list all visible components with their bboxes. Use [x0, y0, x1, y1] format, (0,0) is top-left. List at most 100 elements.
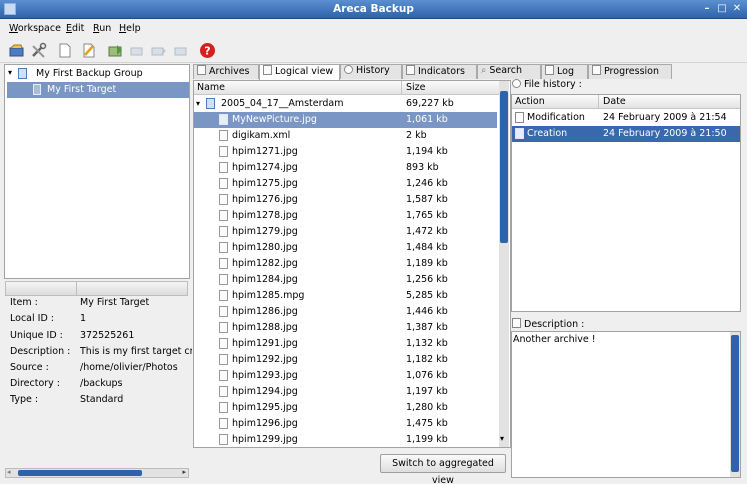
- description-label: Description :: [512, 318, 584, 330]
- file-row[interactable]: hpim1276.jpg 1,587 kb: [194, 192, 497, 208]
- file-row[interactable]: digikam.xml 2 kb: [194, 128, 497, 144]
- file-row[interactable]: hpim1271.jpg 1,194 kb: [194, 144, 497, 160]
- file-row[interactable]: hpim1296.jpg 1,475 kb: [194, 416, 497, 432]
- file-name: hpim1299.jpg: [232, 434, 298, 445]
- file-row[interactable]: hpim1274.jpg 893 kb: [194, 160, 497, 176]
- tree-group-item[interactable]: ▾ My First Backup Group: [5, 66, 189, 82]
- file-icon: [219, 434, 228, 445]
- open-workspace-icon[interactable]: [8, 42, 25, 59]
- file-row[interactable]: hpim1280.jpg 1,484 kb: [194, 240, 497, 256]
- file-icon: [219, 338, 228, 349]
- toolbar: ?: [0, 38, 747, 63]
- file-name: hpim1282.jpg: [232, 258, 298, 269]
- close-button[interactable]: ✕: [731, 3, 743, 15]
- folder-expand-icon[interactable]: ▾: [196, 99, 200, 108]
- file-size: 1,587 kb: [406, 194, 448, 205]
- group-icon: [18, 68, 27, 79]
- file-list[interactable]: Name Size ▾ 2005_04_17__Amsterdam 69,227…: [193, 80, 511, 448]
- description-vscroll-thumb[interactable]: [731, 335, 739, 472]
- new-target-icon[interactable]: [56, 42, 73, 59]
- help-icon[interactable]: ?: [199, 42, 216, 59]
- backup-icon[interactable]: [107, 42, 124, 59]
- file-size: 1,475 kb: [406, 418, 448, 429]
- description-box[interactable]: Another archive !: [511, 331, 741, 478]
- history-header: Action Date: [512, 95, 740, 109]
- file-icon: [219, 418, 228, 429]
- file-size: 1,132 kb: [406, 338, 448, 349]
- file-row[interactable]: hpim1299.jpg 1,199 kb: [194, 432, 497, 448]
- file-row[interactable]: hpim1288.jpg 1,387 kb: [194, 320, 497, 336]
- file-size: 1,387 kb: [406, 322, 448, 333]
- file-vscroll-thumb[interactable]: [500, 91, 508, 243]
- history-icon: [344, 65, 353, 74]
- file-row[interactable]: hpim1291.jpg 1,132 kb: [194, 336, 497, 352]
- file-name: hpim1275.jpg: [232, 178, 298, 189]
- file-row[interactable]: hpim1278.jpg 1,765 kb: [194, 208, 497, 224]
- file-size: 1,280 kb: [406, 402, 448, 413]
- properties-hscrollbar[interactable]: ◂ ▸: [5, 468, 189, 478]
- file-name: digikam.xml: [232, 130, 291, 141]
- description-text: Another archive !: [513, 334, 596, 345]
- hscroll-thumb[interactable]: [18, 470, 142, 476]
- window-title: Areca Backup: [333, 3, 414, 15]
- file-icon: [219, 162, 228, 173]
- file-row[interactable]: hpim1284.jpg 1,256 kb: [194, 272, 497, 288]
- expand-arrow-icon[interactable]: ▾: [8, 68, 12, 77]
- file-row[interactable]: hpim1285.mpg 5,285 kb: [194, 288, 497, 304]
- file-name: hpim1295.jpg: [232, 402, 298, 413]
- tab-archives[interactable]: Archives: [193, 64, 259, 79]
- file-row[interactable]: hpim1294.jpg 1,197 kb: [194, 384, 497, 400]
- tab-progression[interactable]: Progression: [588, 64, 672, 79]
- file-size: 1,182 kb: [406, 354, 448, 365]
- file-size: 1,484 kb: [406, 242, 448, 253]
- file-row[interactable]: hpim1279.jpg 1,472 kb: [194, 224, 497, 240]
- description-icon: [512, 318, 521, 328]
- maximize-button[interactable]: □: [716, 3, 728, 15]
- file-row[interactable]: hpim1286.jpg 1,446 kb: [194, 304, 497, 320]
- folder-row[interactable]: ▾ 2005_04_17__Amsterdam 69,227 kb: [194, 96, 497, 112]
- file-row[interactable]: hpim1293.jpg 1,076 kb: [194, 368, 497, 384]
- tab-logical-view[interactable]: Logical view: [259, 64, 340, 80]
- history-row[interactable]: Creation 24 February 2009 à 21:50: [512, 126, 740, 142]
- col-action[interactable]: Action: [515, 96, 545, 107]
- file-row[interactable]: hpim1275.jpg 1,246 kb: [194, 176, 497, 192]
- tools-icon[interactable]: [30, 42, 47, 59]
- switch-aggregated-button[interactable]: Switch to aggregated view: [380, 454, 506, 484]
- history-table[interactable]: Action Date Modification 24 February 200…: [511, 94, 741, 312]
- archives-icon: [197, 65, 206, 75]
- col-date[interactable]: Date: [603, 96, 626, 107]
- scroll-left-icon[interactable]: ◂: [7, 468, 11, 476]
- description-vscrollbar[interactable]: [730, 332, 740, 477]
- file-list-vscrollbar[interactable]: ▾: [499, 81, 509, 447]
- edit-target-icon[interactable]: [80, 42, 97, 59]
- file-size: 1,256 kb: [406, 274, 448, 285]
- file-row[interactable]: MyNewPicture.jpg 1,061 kb: [194, 112, 497, 128]
- scroll-down-icon[interactable]: ▾: [500, 434, 504, 443]
- tab-indicators[interactable]: Indicators: [402, 64, 477, 79]
- scroll-right-icon[interactable]: ▸: [182, 468, 186, 476]
- file-row[interactable]: hpim1292.jpg 1,182 kb: [194, 352, 497, 368]
- col-name[interactable]: Name: [197, 82, 225, 93]
- file-icon: [219, 194, 228, 205]
- menu-run[interactable]: Run: [93, 23, 111, 34]
- file-icon: [219, 114, 228, 125]
- file-icon: [219, 130, 228, 141]
- col-size[interactable]: Size: [406, 82, 426, 93]
- file-list-header: Name Size: [194, 81, 499, 95]
- menu-workspace[interactable]: Workspace: [9, 23, 61, 34]
- menu-edit[interactable]: Edit: [66, 23, 84, 34]
- minimize-button[interactable]: –: [701, 3, 713, 15]
- tab-history[interactable]: History: [340, 64, 402, 79]
- target-tree[interactable]: ▾ My First Backup Group My First Target: [4, 64, 190, 279]
- file-name: hpim1280.jpg: [232, 242, 298, 253]
- file-row[interactable]: hpim1282.jpg 1,189 kb: [194, 256, 497, 272]
- file-size: 1,446 kb: [406, 306, 448, 317]
- tab-search[interactable]: ⌕ Search: [477, 64, 541, 79]
- tree-target-item[interactable]: My First Target: [7, 82, 189, 98]
- file-row[interactable]: hpim1295.jpg 1,280 kb: [194, 400, 497, 416]
- menu-help[interactable]: Help: [119, 23, 141, 34]
- file-size: 1,472 kb: [406, 226, 448, 237]
- tab-log[interactable]: Log: [541, 64, 588, 79]
- file-icon: [219, 146, 228, 157]
- history-row[interactable]: Modification 24 February 2009 à 21:54: [512, 110, 740, 126]
